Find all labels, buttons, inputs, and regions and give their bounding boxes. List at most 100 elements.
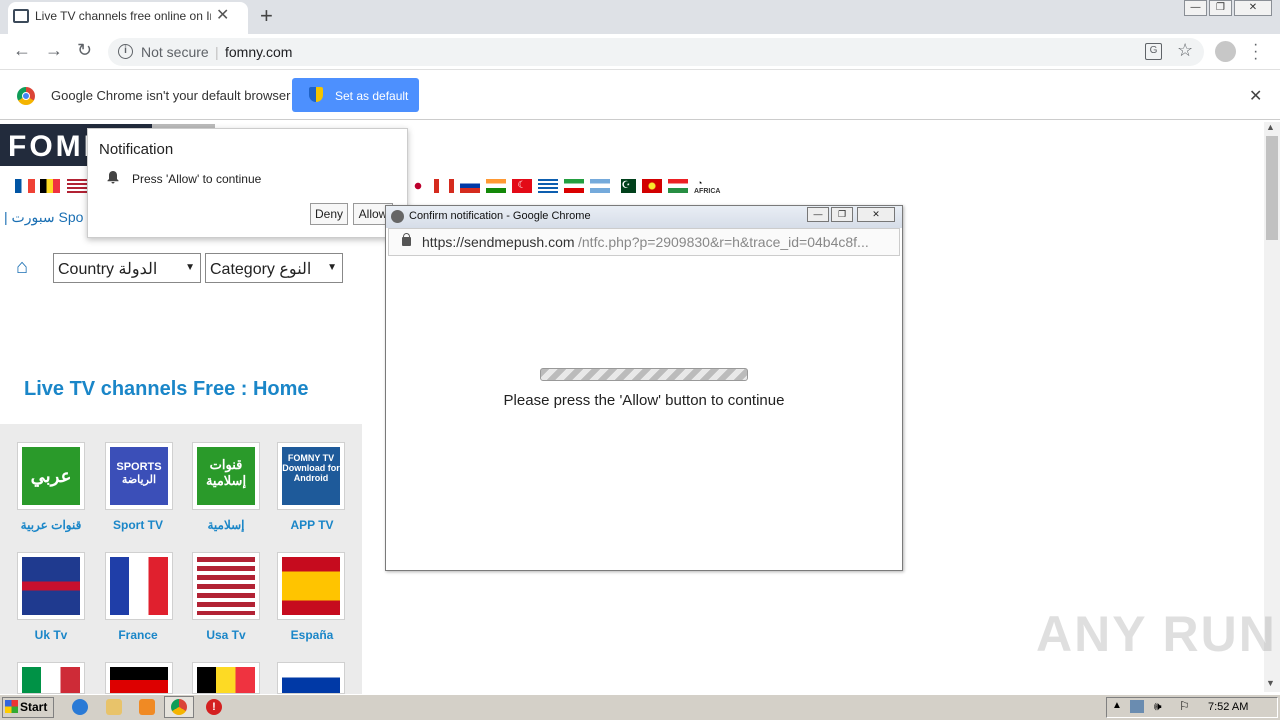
internet-explorer-icon[interactable] bbox=[72, 699, 88, 715]
africa-label[interactable]: AFRICA bbox=[694, 188, 720, 195]
profile-avatar-icon[interactable] bbox=[1215, 41, 1236, 62]
country-select[interactable]: Country الدولة ▼ bbox=[53, 253, 201, 283]
africa-map-icon[interactable]: ◔ bbox=[697, 178, 702, 188]
tile-usa[interactable] bbox=[192, 552, 260, 620]
flag-kurdistan-icon[interactable] bbox=[668, 179, 688, 193]
action-center-flag-icon[interactable]: ⚐ bbox=[1179, 699, 1190, 713]
tile-islamic[interactable]: قنوات إسلامية bbox=[192, 442, 260, 510]
forward-icon[interactable]: → bbox=[45, 40, 63, 61]
popup-url-path: /ntfc.php?p=2909830&r=h&trace_id=04b4c8f… bbox=[578, 234, 869, 250]
network-icon[interactable] bbox=[1130, 700, 1144, 713]
chevron-down-icon: ▼ bbox=[185, 262, 195, 273]
flag-turkey-icon[interactable]: ☾ bbox=[512, 179, 532, 193]
popup-message: Please press the 'Allow' button to conti… bbox=[503, 392, 785, 409]
tile-app[interactable]: FOMNY TV Download for Android bbox=[277, 442, 345, 510]
tile-france[interactable] bbox=[105, 552, 173, 620]
chrome-logo-center bbox=[22, 92, 30, 100]
url-text[interactable]: fomny.com bbox=[225, 44, 292, 60]
info-icon[interactable]: i bbox=[118, 44, 133, 59]
belgium-flag-icon bbox=[197, 667, 255, 693]
menu-icon[interactable]: · · · bbox=[1253, 37, 1258, 67]
taskbar-clock[interactable]: 7:52 AM bbox=[1208, 701, 1248, 713]
infobar-message: Google Chrome isn't your default browser bbox=[51, 88, 291, 103]
tile-germany[interactable] bbox=[105, 662, 173, 694]
security-status[interactable]: Not secure bbox=[141, 44, 209, 60]
tile-label[interactable]: APP TV bbox=[267, 518, 357, 532]
translate-icon[interactable]: G bbox=[1145, 43, 1162, 60]
category-select[interactable]: Category النوع ▼ bbox=[205, 253, 343, 283]
start-label[interactable]: Start bbox=[20, 700, 47, 714]
tile-label[interactable]: إسلامية bbox=[181, 518, 271, 532]
media-player-icon[interactable] bbox=[139, 699, 155, 715]
bookmark-star-icon[interactable]: ☆ bbox=[1177, 40, 1193, 61]
reload-icon[interactable]: ↻ bbox=[77, 40, 92, 61]
popup-minimize-button[interactable]: — bbox=[807, 207, 829, 222]
new-tab-icon[interactable]: + bbox=[260, 3, 273, 29]
popup-close-button[interactable]: ✕ bbox=[857, 207, 895, 222]
tile-uk[interactable] bbox=[17, 552, 85, 620]
deny-button[interactable]: Deny bbox=[310, 203, 348, 225]
tile-label[interactable]: France bbox=[93, 628, 183, 642]
flag-usa-icon[interactable] bbox=[67, 179, 87, 193]
explorer-folder-icon[interactable] bbox=[106, 699, 122, 715]
country-select-value: Country الدولة bbox=[58, 261, 158, 278]
minimize-window-button[interactable]: — bbox=[1184, 0, 1207, 16]
scroll-up-icon[interactable]: ▲ bbox=[1266, 122, 1275, 132]
germany-flag-icon bbox=[110, 667, 168, 693]
tile-russia[interactable] bbox=[277, 662, 345, 694]
russia-flag-icon bbox=[282, 667, 340, 693]
flag-pakistan-icon[interactable]: ☪ bbox=[616, 179, 636, 193]
bell-icon bbox=[107, 171, 119, 184]
flag-macedonia-icon[interactable] bbox=[642, 179, 662, 193]
chrome-window-icon bbox=[391, 210, 404, 223]
close-window-button[interactable]: ✕ bbox=[1234, 0, 1272, 16]
flag-russia-icon[interactable] bbox=[460, 179, 480, 193]
tray-expand-icon[interactable]: ▲ bbox=[1112, 700, 1122, 711]
tile-sport[interactable]: SPORTS الرياضة bbox=[105, 442, 173, 510]
flag-france-icon[interactable] bbox=[15, 179, 35, 193]
back-icon[interactable]: ← bbox=[13, 40, 31, 61]
flag-greece-icon[interactable] bbox=[538, 179, 558, 193]
infobar-close-icon[interactable]: ✕ bbox=[1249, 86, 1262, 106]
windows-flag-icon bbox=[5, 700, 18, 713]
notification-title: Notification bbox=[99, 141, 174, 158]
flag-argentina-icon[interactable] bbox=[590, 179, 610, 193]
tile-label[interactable]: قنوات عربية bbox=[6, 518, 96, 532]
usa-flag-icon bbox=[197, 557, 255, 615]
set-default-label[interactable]: Set as default bbox=[335, 89, 408, 103]
tile-label[interactable]: Usa Tv bbox=[181, 628, 271, 642]
tile-italy[interactable] bbox=[17, 662, 85, 694]
flag-belgium-icon[interactable] bbox=[40, 179, 60, 193]
restore-window-button[interactable]: ❐ bbox=[1209, 0, 1232, 16]
home-icon[interactable]: ⌂ bbox=[16, 256, 28, 279]
flag-canada-icon[interactable] bbox=[434, 179, 454, 193]
tile-label[interactable]: Uk Tv bbox=[6, 628, 96, 642]
france-flag-icon bbox=[110, 557, 168, 615]
tab-close-icon[interactable]: ✕ bbox=[216, 5, 229, 25]
flag-iran-icon[interactable] bbox=[564, 179, 584, 193]
stop-icon[interactable]: ! bbox=[206, 699, 222, 715]
scroll-down-icon[interactable]: ▼ bbox=[1266, 678, 1275, 688]
chrome-taskbar-icon bbox=[171, 699, 187, 715]
uk-flag-icon bbox=[22, 557, 80, 615]
volume-icon[interactable]: 🕪 bbox=[1154, 699, 1162, 714]
tile-arabic-art: عربي bbox=[22, 447, 80, 505]
tile-app-art: FOMNY TV Download for Android bbox=[282, 447, 340, 505]
lock-shackle bbox=[403, 233, 410, 239]
tile-label[interactable]: España bbox=[267, 628, 357, 642]
popup-restore-button[interactable]: ❐ bbox=[831, 207, 853, 222]
page-title: Live TV channels Free : Home bbox=[24, 378, 309, 400]
url-separator: | bbox=[215, 44, 219, 60]
spain-flag-icon bbox=[282, 557, 340, 615]
scrollbar-thumb[interactable] bbox=[1266, 136, 1278, 240]
tile-belgium[interactable] bbox=[192, 662, 260, 694]
tile-arabic[interactable]: عربي bbox=[17, 442, 85, 510]
tile-label[interactable]: Sport TV bbox=[93, 518, 183, 532]
tile-spain[interactable] bbox=[277, 552, 345, 620]
tile-sport-art: SPORTS الرياضة bbox=[110, 447, 168, 505]
flag-japan-icon[interactable] bbox=[408, 179, 428, 193]
chevron-down-icon: ▼ bbox=[327, 262, 337, 273]
flag-india-icon[interactable] bbox=[486, 179, 506, 193]
popup-url-host: https://sendmepush.com bbox=[422, 234, 575, 250]
nav-sport-link[interactable]: | سبورت Spo bbox=[4, 209, 83, 226]
